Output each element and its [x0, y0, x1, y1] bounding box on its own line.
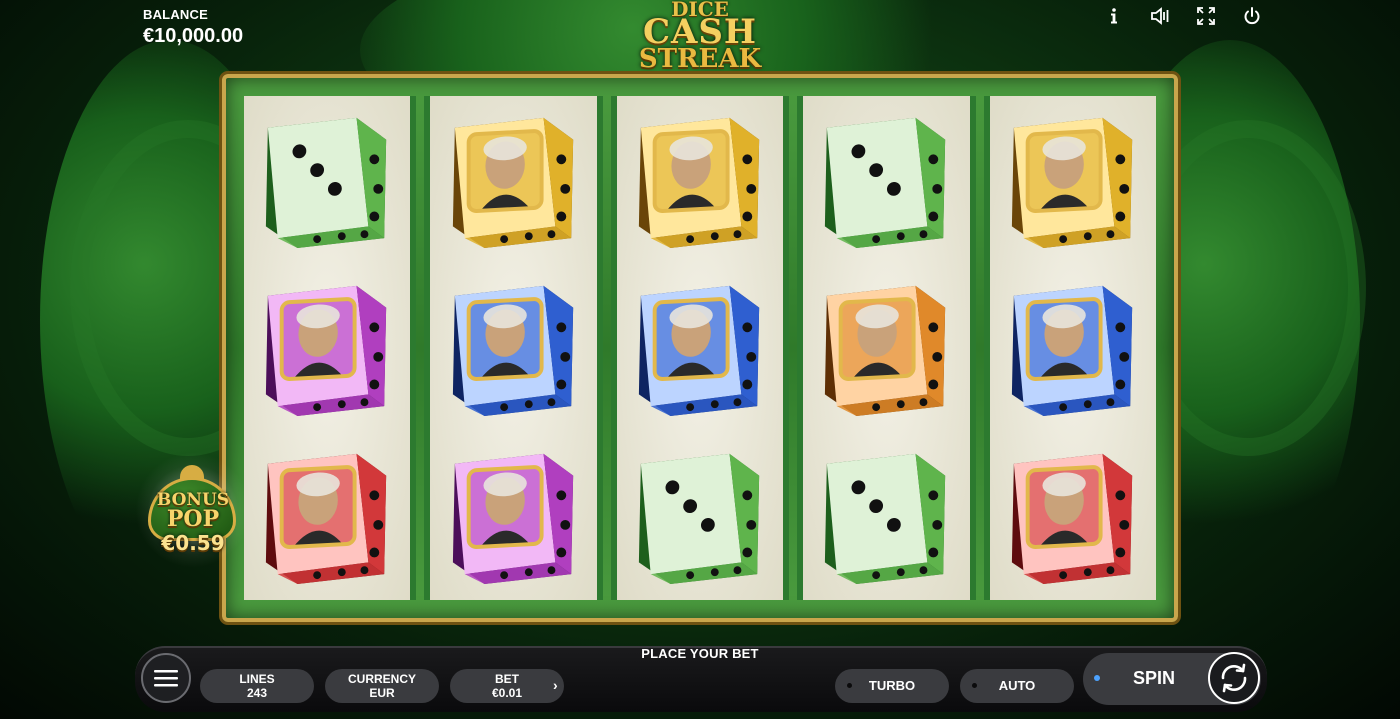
info-icon[interactable] [1104, 6, 1124, 26]
turbo-indicator [847, 683, 852, 688]
fullscreen-icon[interactable] [1196, 6, 1216, 26]
bonus-amount: €0.59 [161, 531, 225, 555]
currency-label: CURRENCY [347, 672, 416, 686]
orange-dice-grant-icon[interactable] [817, 277, 955, 419]
refresh-icon [1221, 663, 1247, 693]
game-logo: DICE CASH STREAK [620, 0, 780, 76]
lines-label: LINES [239, 672, 275, 686]
currency-selector[interactable]: CURRENCY EUR [325, 669, 439, 703]
logo-line-3: STREAK [638, 44, 762, 74]
bet-selector[interactable]: BET €0.01 [450, 669, 564, 703]
reel-4 [797, 96, 976, 600]
balance-value: €10,000.00 [143, 25, 244, 47]
sound-icon[interactable] [1150, 6, 1170, 26]
gold-dice-jackson-icon[interactable] [1004, 109, 1142, 251]
red-dice-washington-icon[interactable] [1004, 445, 1142, 587]
reel-2 [424, 96, 603, 600]
auto-toggle[interactable]: AUTO [960, 669, 1074, 703]
blue-dice-lincoln-icon[interactable] [1004, 277, 1142, 419]
bet-value: €0.01 [491, 686, 523, 700]
balance-label: BALANCE [143, 7, 208, 22]
green-dice-3-icon[interactable] [631, 445, 769, 587]
green-dice-3-icon[interactable] [817, 109, 955, 251]
purple-dice-franklin-icon[interactable] [445, 445, 583, 587]
reels-grid [244, 96, 1157, 600]
lines-selector[interactable]: LINES 243 [200, 669, 314, 703]
currency-value: EUR [369, 686, 395, 700]
auto-label: AUTO [998, 678, 1036, 693]
top-toolbar [1104, 6, 1262, 26]
logo-line-2: CASH [642, 12, 758, 52]
power-icon[interactable] [1242, 6, 1262, 26]
reel-3 [610, 96, 790, 600]
reel-5 [983, 96, 1157, 600]
turbo-label: TURBO [868, 678, 916, 693]
spin-indicator [1094, 675, 1100, 681]
auto-indicator [972, 683, 977, 688]
spin-label: SPIN [1133, 668, 1176, 688]
gold-dice-jackson-icon[interactable] [631, 109, 769, 251]
reel-frame [222, 74, 1178, 622]
spin-circle-button[interactable] [1208, 652, 1260, 704]
green-dice-3-icon[interactable] [817, 445, 955, 587]
bet-chevron-right-icon[interactable]: › [553, 677, 558, 693]
menu-button[interactable] [141, 653, 191, 703]
bonus-label-2: POP [166, 506, 220, 532]
red-dice-washington-icon[interactable] [258, 445, 396, 587]
hamburger-icon [154, 670, 178, 687]
bonus-label-1: BONUS [156, 490, 230, 510]
lines-value: 243 [246, 686, 268, 700]
blue-dice-lincoln-icon[interactable] [445, 277, 583, 419]
blue-dice-lincoln-icon[interactable] [631, 277, 769, 419]
green-dice-3-icon[interactable] [258, 109, 396, 251]
bonus-pop-badge[interactable]: BONUS POP €0.59 [136, 451, 250, 569]
purple-dice-franklin-icon[interactable] [258, 277, 396, 419]
reel-1 [244, 96, 417, 600]
bet-label: BET [495, 672, 519, 686]
turbo-toggle[interactable]: TURBO [835, 669, 949, 703]
gold-dice-jackson-icon[interactable] [445, 109, 583, 251]
